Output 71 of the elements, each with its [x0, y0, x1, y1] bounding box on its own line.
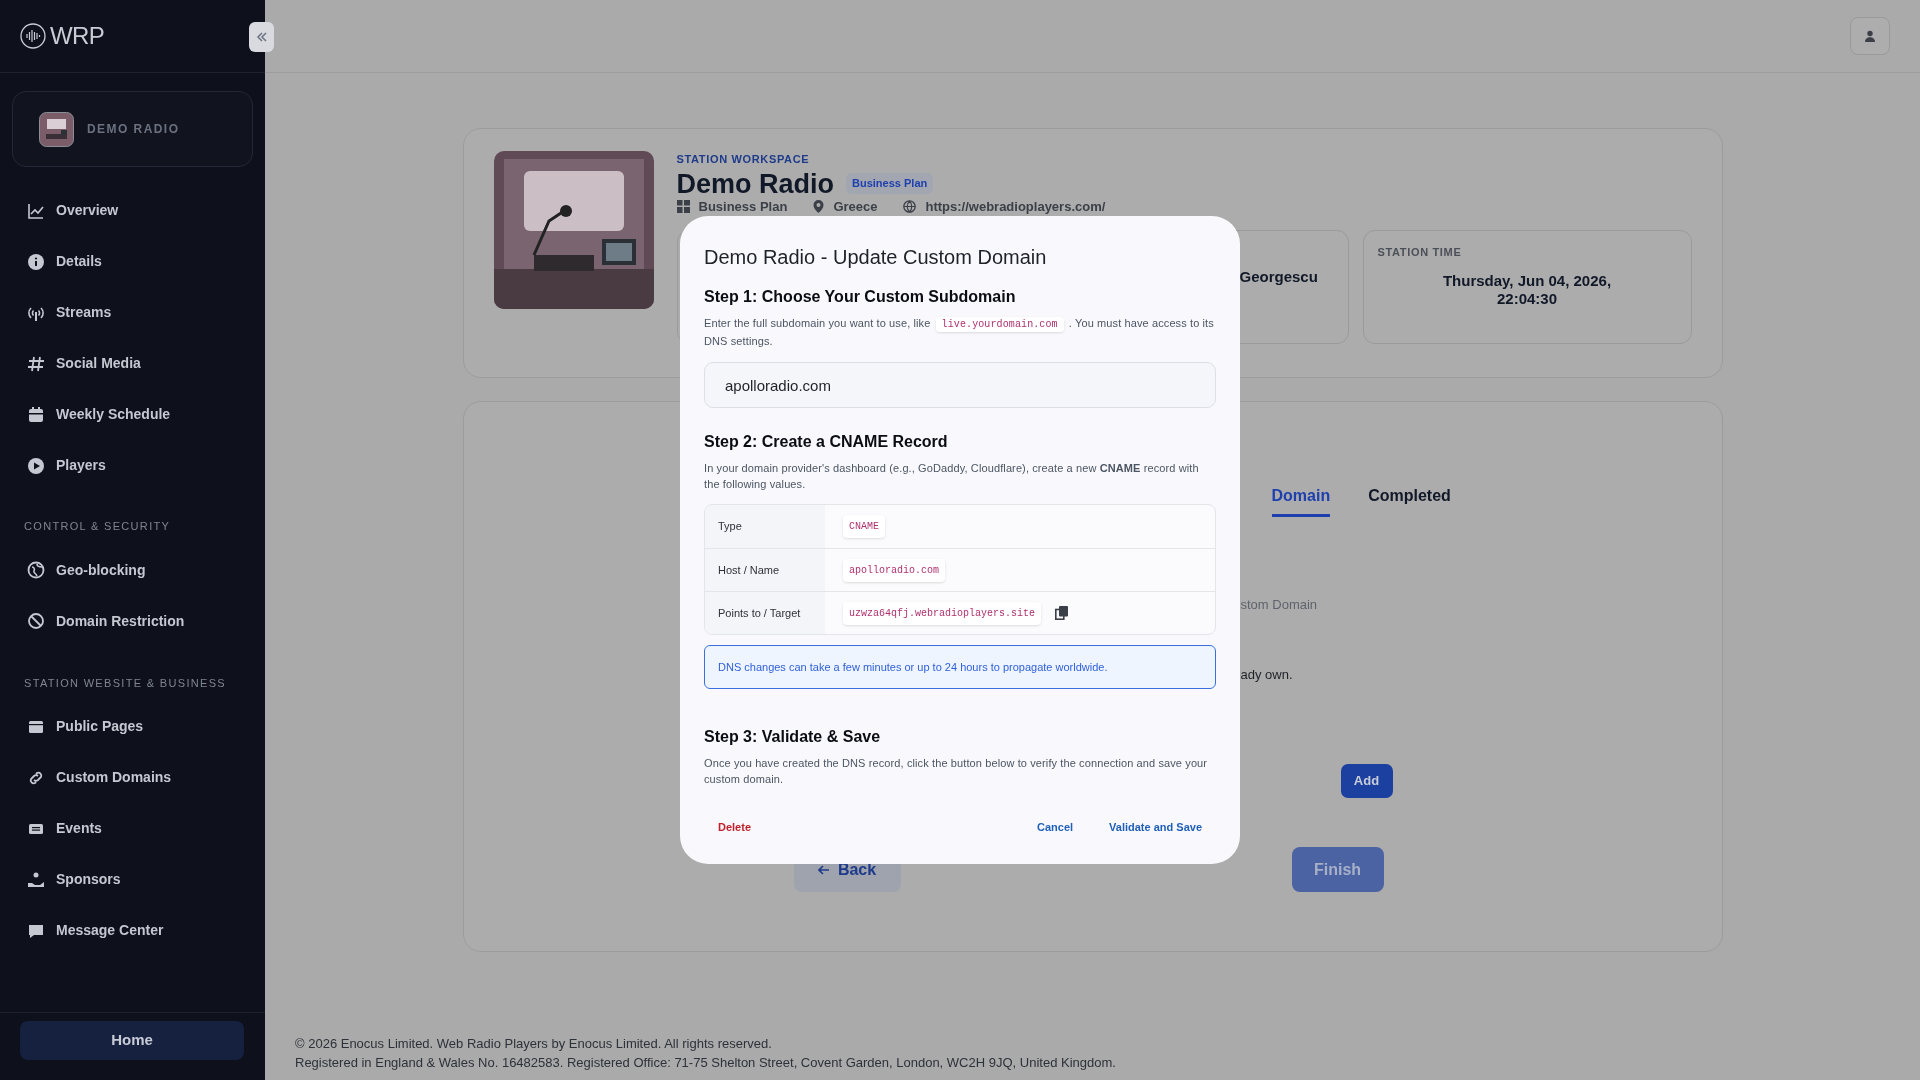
dialog-title: Demo Radio - Update Custom Domain	[704, 245, 1048, 270]
subdomain-input[interactable]: apolloradio.com	[704, 362, 1216, 408]
station-meta-text: Business Plan	[698, 198, 788, 214]
step-description: Enter the full subdomain you want to use, like live.yourdomain.com . You must have access to its DNS settings.	[704, 316, 1215, 349]
station-name: Demo Radio	[676, 168, 835, 199]
validate-and-save-button[interactable]: Validate and Save	[1101, 815, 1210, 840]
grid-icon	[676, 199, 690, 213]
hashtag-icon	[27, 354, 45, 373]
step-heading: Step 2: Create a CNAME Record	[704, 432, 949, 452]
home-button[interactable]: Home	[20, 1021, 244, 1060]
copy-icon	[1054, 606, 1068, 620]
location-pin-icon	[813, 199, 825, 213]
sidebar-item[interactable]: Domain Restriction	[0, 595, 265, 647]
field-label: stom Domain	[1240, 596, 1318, 614]
sidebar-item[interactable]: Message Center	[0, 905, 265, 956]
footer-text: Registered in England & Wales No. 16482583. Registered Office: 71-75 Shelton Street, Covent Garden, London, WC2H 9JQ, United Kingdom.	[295, 1054, 1117, 1072]
station-selector[interactable]: DEMO RADIO	[12, 91, 253, 167]
station-meta-text: https://webradioplayers.com/	[925, 198, 1106, 214]
sidebar-item[interactable]: Events	[0, 803, 265, 854]
record-value: apolloradio.com	[843, 558, 945, 582]
delete-button[interactable]: Delete	[710, 815, 760, 840]
record-value: CNAME	[843, 515, 885, 538]
sidebar-item[interactable]: Sponsors	[0, 854, 265, 905]
calendar-icon	[27, 405, 45, 424]
info-card-label: STATION TIME	[1377, 244, 1463, 260]
record-label: Points to / Target	[705, 592, 825, 634]
step-description: Once you have created the DNS record, click the button below to verify the connection and save your custom domain.	[704, 756, 1209, 787]
step-heading: Step 3: Validate & Save	[704, 727, 882, 747]
user-icon	[1864, 30, 1876, 42]
station-thumbnail-icon	[39, 111, 74, 147]
step-heading: Step 1: Choose Your Custom Subdomain	[704, 287, 1017, 307]
plan-badge: Business Plan	[846, 173, 934, 194]
globe-shield-icon	[27, 561, 45, 579]
play-icon	[27, 456, 45, 475]
sidebar-item[interactable]: Details	[0, 236, 265, 287]
wizard-tab[interactable]: Completed	[1368, 484, 1451, 517]
sidebar-item[interactable]: Weekly Schedule	[0, 389, 265, 440]
cancel-button[interactable]: Cancel	[1029, 815, 1082, 840]
sidebar-item[interactable]: Geo-blocking	[0, 544, 265, 596]
copy-button[interactable]	[1053, 605, 1070, 621]
station-meta-text: Greece	[833, 198, 878, 214]
user-menu-button[interactable]	[1850, 17, 1890, 55]
help-text: ady own.	[1240, 666, 1293, 684]
info-icon	[27, 252, 45, 271]
footer-text: © 2026 Enocus Limited. Web Radio Players by Enocus Limited. All rights reserved.	[295, 1035, 773, 1053]
wrp-logo: WRP	[20, 18, 105, 54]
eyebrow-label: STATION WORKSPACE	[676, 152, 811, 167]
chart-line-icon	[27, 201, 45, 220]
ban-icon	[27, 612, 45, 630]
sidebar-item[interactable]: Players	[0, 440, 265, 491]
add-button[interactable]: Add	[1340, 764, 1393, 798]
info-card-value: Georgescu	[1238, 266, 1319, 287]
collapse-sidebar-button[interactable]	[249, 22, 274, 52]
double-chevron-icon	[255, 31, 268, 43]
info-card-value: Thursday, Jun 04, 2026, 22:04:30	[1442, 272, 1612, 308]
sidebar-item[interactable]: Social Media	[0, 338, 265, 389]
globe-icon	[903, 199, 917, 213]
section-heading: STATION WEBSITE & BUSINESS	[23, 675, 227, 691]
step-description: In your domain provider's dashboard (e.g., GoDaddy, Cloudflare), create a new CNAME record with the following values.	[704, 461, 1200, 492]
sidebar-item[interactable]: Streams	[0, 287, 265, 338]
sidebar-item[interactable]: Overview	[0, 185, 265, 236]
sidebar-item[interactable]: Public Pages	[0, 701, 265, 752]
info-alert: DNS changes can take a few minutes or up to 24 hours to propagate worldwide.	[704, 645, 1216, 689]
record-value: uzwza64qfj.webradioplayers.site	[843, 601, 1042, 625]
arrow-left-icon	[817, 864, 830, 875]
section-heading: CONTROL & SECURITY	[23, 519, 172, 534]
sidebar-item[interactable]: Custom Domains	[0, 752, 265, 803]
record-label: Type	[705, 505, 825, 548]
record-label: Host / Name	[705, 549, 825, 591]
wizard-tab[interactable]: Domain	[1271, 484, 1331, 517]
hand-coin-icon	[27, 870, 45, 889]
